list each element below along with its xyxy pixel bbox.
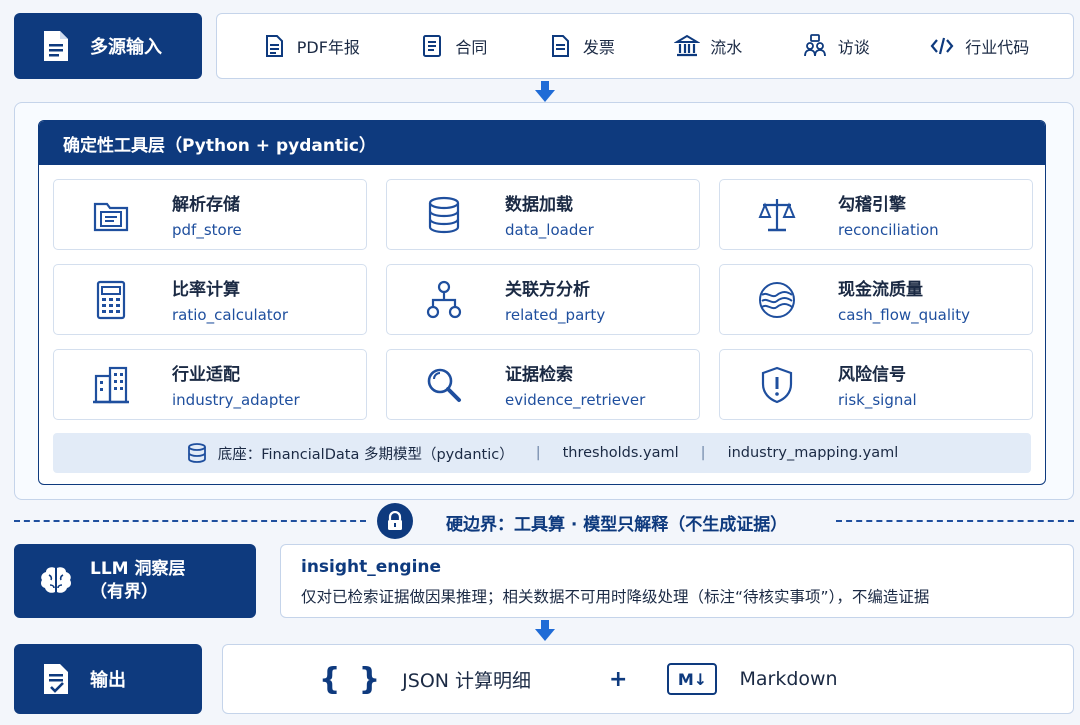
output-label: 输出 xyxy=(90,670,126,691)
thresholds-file: thresholds.yaml xyxy=(562,445,679,461)
sources-panel: PDF年报 合同 发票 流水 访谈 行业代码 xyxy=(216,13,1074,79)
industry-mapping-file: industry_mapping.yaml xyxy=(727,445,899,461)
tool-card-industry-adapter: 行业适配 industry_adapter xyxy=(53,349,367,420)
tool-title: 数据加载 xyxy=(505,195,573,215)
foundation-bar: 底座：FinancialData 多期模型（pydantic） | thresh… xyxy=(53,433,1031,473)
tool-module: evidence_retriever xyxy=(505,391,646,409)
building-icon xyxy=(88,362,134,408)
document-icon xyxy=(265,35,283,57)
scale-icon xyxy=(754,192,800,238)
code-icon xyxy=(930,37,954,55)
waves-icon xyxy=(754,277,800,323)
tool-module: reconciliation xyxy=(838,221,939,239)
tool-card-ratio-calculator: 比率计算 ratio_calculator xyxy=(53,264,367,335)
insight-engine-title: insight_engine xyxy=(301,557,442,577)
source-item: 发票 xyxy=(547,33,615,59)
boundary-label: 硬边界：工具算 · 模型只解释（不生成证据） xyxy=(440,510,794,535)
database-icon xyxy=(187,443,206,463)
output-formats: { } JSON 计算明细 + M↓ Markdown xyxy=(222,644,1074,714)
tool-title: 风险信号 xyxy=(838,365,906,385)
tool-module: data_loader xyxy=(505,221,594,239)
source-label: 发票 xyxy=(582,38,615,57)
divider: | xyxy=(700,445,706,461)
json-output-label: JSON 计算明细 xyxy=(402,669,532,692)
source-label: 访谈 xyxy=(837,38,870,57)
input-label: 多源输入 xyxy=(90,37,162,58)
source-item: 合同 xyxy=(419,33,487,59)
tool-card-pdf-store: 解析存储 pdf_store xyxy=(53,179,367,250)
receipt-icon xyxy=(551,35,569,57)
tool-card-reconciliation: 勾稽引擎 reconciliation xyxy=(719,179,1033,250)
tool-title: 关联方分析 xyxy=(505,280,590,300)
brain-icon xyxy=(36,561,76,601)
calculator-icon xyxy=(88,277,134,323)
tool-card-risk-signal: 风险信号 risk_signal xyxy=(719,349,1033,420)
source-label: 行业代码 xyxy=(965,38,1030,57)
markdown-output-label: Markdown xyxy=(739,668,838,690)
source-item: 流水 xyxy=(674,33,742,59)
tools-layer-title: 确定性工具层（Python + pydantic） xyxy=(39,121,1045,165)
tool-card-cash-flow-quality: 现金流质量 cash_flow_quality xyxy=(719,264,1033,335)
people-icon xyxy=(803,34,826,57)
source-item: 行业代码 xyxy=(929,33,1029,59)
boundary-dashed-line xyxy=(836,520,1074,522)
database-icon xyxy=(421,192,467,238)
boundary-dashed-line xyxy=(14,520,366,522)
input-box: 多源输入 xyxy=(14,13,202,79)
document-icon xyxy=(36,26,76,66)
markdown-icon: M↓ xyxy=(667,663,718,695)
source-item: PDF年报 xyxy=(261,33,360,59)
arrow-down-icon xyxy=(535,620,555,641)
tool-title: 勾稽引擎 xyxy=(838,195,906,215)
folder-icon xyxy=(88,192,134,238)
braces-icon: { } xyxy=(319,661,385,697)
document-check-icon xyxy=(36,659,76,699)
tools-layer: 确定性工具层（Python + pydantic） 解析存储 pdf_store … xyxy=(38,120,1046,485)
output-box: 输出 xyxy=(14,644,202,714)
lock-icon xyxy=(377,503,413,539)
tool-module: risk_signal xyxy=(838,391,917,409)
foundation-model: 底座：FinancialData 多期模型（pydantic） xyxy=(217,446,514,463)
insight-engine-panel: insight_engine 仅对已检索证据做因果推理；相关数据不可用时降级处理… xyxy=(280,544,1074,618)
insight-engine-description: 仅对已检索证据做因果推理；相关数据不可用时降级处理（标注“待核实事项”），不编造… xyxy=(301,588,930,606)
tool-title: 解析存储 xyxy=(172,195,240,215)
plus-sign: + xyxy=(609,666,628,692)
document-icon xyxy=(423,35,442,57)
shield-icon xyxy=(754,362,800,408)
divider: | xyxy=(535,445,541,461)
llm-layer-title: LLM 洞察层 xyxy=(90,559,186,580)
source-label: PDF年报 xyxy=(296,38,360,57)
source-label: 流水 xyxy=(710,38,743,57)
tool-module: pdf_store xyxy=(172,221,242,239)
tool-title: 证据检索 xyxy=(505,365,573,385)
network-icon xyxy=(421,277,467,323)
bank-icon xyxy=(674,34,701,57)
tool-card-related-party: 关联方分析 related_party xyxy=(386,264,700,335)
source-item: 访谈 xyxy=(802,33,870,59)
tool-card-data-loader: 数据加载 data_loader xyxy=(386,179,700,250)
tool-title: 行业适配 xyxy=(172,365,240,385)
tool-title: 现金流质量 xyxy=(838,280,923,300)
arrow-down-icon xyxy=(535,81,555,102)
tool-module: industry_adapter xyxy=(172,391,300,409)
tool-module: ratio_calculator xyxy=(172,306,289,324)
tool-title: 比率计算 xyxy=(172,280,240,300)
search-icon xyxy=(421,362,467,408)
source-label: 合同 xyxy=(455,38,488,57)
tool-module: related_party xyxy=(505,306,606,324)
llm-layer-box: LLM 洞察层 （有界） xyxy=(14,544,256,618)
llm-layer-subtitle: （有界） xyxy=(90,582,158,602)
tool-module: cash_flow_quality xyxy=(838,306,970,324)
tool-card-evidence-retriever: 证据检索 evidence_retriever xyxy=(386,349,700,420)
